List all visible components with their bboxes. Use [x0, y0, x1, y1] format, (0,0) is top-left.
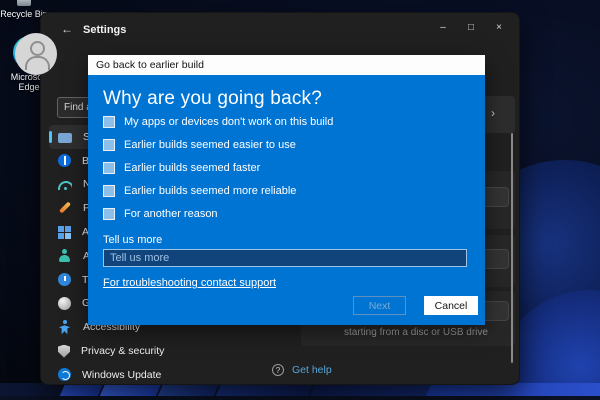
apps-grid-icon — [58, 225, 71, 239]
person-icon — [58, 248, 72, 263]
card-description-text: starting from a disc or USB drive — [344, 327, 488, 338]
dialog-heading: Why are you going back? — [103, 88, 322, 109]
wallpaper-petal — [96, 383, 164, 397]
checkbox-row[interactable]: Earlier builds seemed more reliable — [103, 179, 485, 202]
checkbox[interactable] — [103, 115, 115, 128]
checkbox-label: Earlier builds seemed faster — [124, 161, 261, 174]
checkbox[interactable] — [103, 138, 115, 151]
sidebar-item-privacy-security[interactable]: Privacy & security — [49, 339, 245, 363]
maximize-button[interactable]: □ — [457, 17, 485, 37]
recycle-bin-icon — [17, 0, 31, 6]
scrollbar[interactable] — [510, 133, 513, 363]
checkbox-label: Earlier builds seemed more reliable — [124, 184, 297, 197]
checkbox[interactable] — [103, 161, 115, 174]
close-button[interactable]: × — [485, 17, 513, 37]
window-title: Settings — [83, 24, 127, 36]
shield-icon — [58, 344, 70, 358]
checkbox-label: Earlier builds seemed easier to use — [124, 138, 296, 151]
support-link[interactable]: For troubleshooting contact support — [103, 277, 276, 289]
clock-icon — [58, 273, 71, 287]
checkbox-row[interactable]: Earlier builds seemed easier to use — [103, 133, 485, 156]
xbox-icon — [58, 296, 71, 310]
back-button[interactable]: ← — [61, 22, 73, 36]
go-back-dialog: Go back to earlier build Why are you goi… — [88, 55, 485, 325]
window-controls: – □ × — [429, 17, 513, 37]
bluetooth-icon — [58, 154, 71, 168]
dialog-titlebar: Go back to earlier build — [88, 55, 485, 75]
checkbox-label: My apps or devices don't work on this bu… — [124, 115, 334, 128]
wallpaper-petal — [422, 383, 600, 397]
tell-us-more-label: Tell us more — [103, 234, 163, 246]
wallpaper-petal — [306, 383, 438, 397]
checkbox[interactable] — [103, 207, 115, 220]
checkbox[interactable] — [103, 184, 115, 197]
next-button[interactable]: Next — [353, 296, 406, 315]
wallpaper-petal — [56, 383, 106, 397]
minimize-button[interactable]: – — [429, 17, 457, 37]
accessibility-icon — [58, 320, 72, 334]
sidebar-item-label: Privacy & security — [81, 345, 165, 358]
user-avatar[interactable] — [15, 33, 57, 75]
sidebar-item-windows-update[interactable]: Windows Update — [49, 363, 245, 384]
get-help-label: Get help — [292, 364, 332, 376]
get-help-link[interactable]: ? Get help — [272, 364, 332, 376]
wallpaper-petal — [154, 383, 222, 397]
cancel-button[interactable]: Cancel — [424, 296, 478, 315]
wallpaper-bottom-strip — [0, 396, 600, 400]
checkbox-row[interactable]: Earlier builds seemed faster — [103, 156, 485, 179]
dialog-body: Why are you going back? My apps or devic… — [88, 75, 485, 325]
desktop: Recycle Bin Microsoft Edge ← Settings – … — [0, 0, 600, 400]
checkbox-row[interactable]: My apps or devices don't work on this bu… — [103, 110, 485, 133]
wifi-icon — [58, 181, 72, 191]
brush-icon — [58, 201, 72, 215]
checkbox-row[interactable]: For another reason — [103, 202, 485, 225]
window-titlebar: ← Settings – □ × — [41, 13, 519, 47]
chevron-right-icon: › — [491, 106, 495, 120]
checkbox-label: For another reason — [124, 207, 218, 220]
help-icon: ? — [272, 364, 284, 376]
system-icon — [58, 132, 72, 143]
update-arrows-icon — [58, 368, 71, 382]
wallpaper-petal — [212, 383, 316, 397]
sidebar-item-label: Windows Update — [82, 368, 162, 381]
dialog-buttons: Next Cancel — [353, 296, 478, 315]
wallpaper-petals — [0, 383, 600, 397]
tell-us-more-input[interactable] — [103, 249, 467, 267]
